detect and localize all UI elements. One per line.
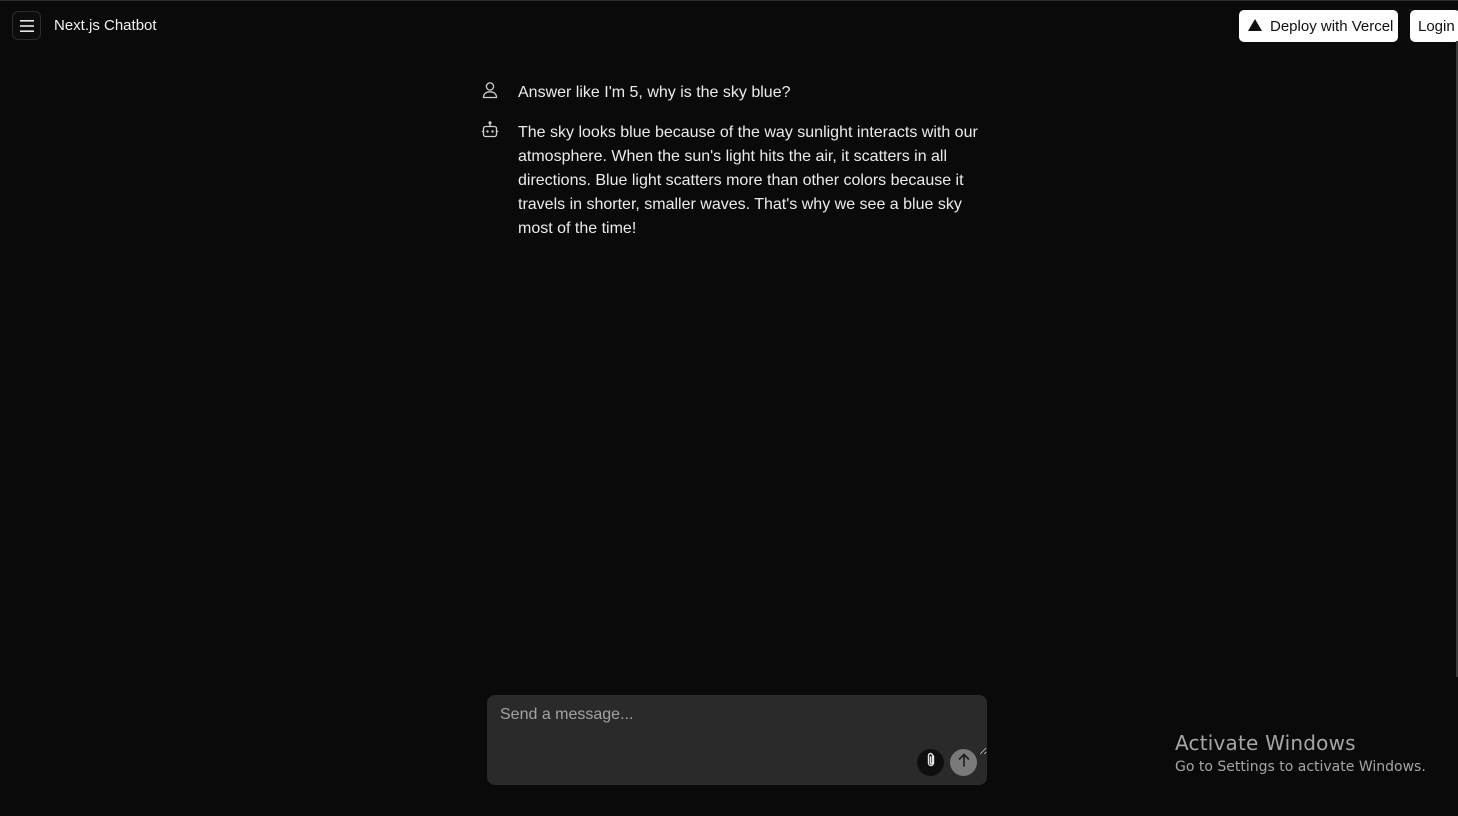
attach-file-button[interactable] — [917, 749, 944, 776]
login-button[interactable]: Login — [1410, 10, 1458, 42]
watermark-title: Activate Windows — [1175, 731, 1356, 755]
deploy-with-vercel-button[interactable]: Deploy with Vercel — [1239, 10, 1398, 42]
app-window: Next.js Chatbot Deploy with Vercel Login… — [0, 0, 1458, 816]
windows-activation-watermark: Activate Windows Go to Settings to activ… — [1175, 731, 1426, 775]
top-bar: Next.js Chatbot Deploy with Vercel Login — [0, 1, 1458, 51]
message-input[interactable] — [487, 695, 987, 755]
vercel-triangle-icon — [1248, 18, 1262, 35]
login-button-label: Login — [1418, 17, 1455, 35]
message-composer — [487, 695, 987, 785]
menu-icon — [19, 19, 34, 32]
user-message-text: Answer like I'm 5, why is the sky blue? — [518, 84, 791, 101]
assistant-message-text: The sky looks blue because of the way su… — [518, 124, 978, 237]
assistant-message: The sky looks blue because of the way su… — [480, 121, 980, 241]
deploy-button-label: Deploy with Vercel — [1270, 17, 1394, 35]
user-icon — [480, 81, 500, 101]
paperclip-icon — [925, 752, 937, 773]
user-message: Answer like I'm 5, why is the sky blue? — [480, 81, 980, 105]
send-message-button[interactable] — [950, 749, 977, 776]
arrow-up-icon — [958, 753, 970, 772]
watermark-subtitle: Go to Settings to activate Windows. — [1175, 759, 1426, 775]
robot-icon — [480, 121, 500, 141]
sidebar-toggle-button[interactable] — [12, 11, 41, 40]
app-title: Next.js Chatbot — [54, 17, 157, 34]
